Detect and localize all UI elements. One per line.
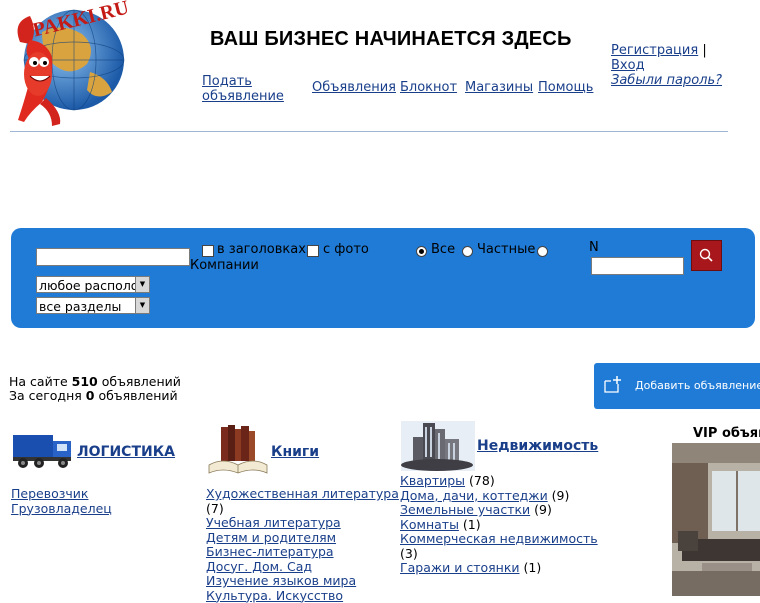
number-label: N [589, 240, 599, 255]
with-photo-checkbox[interactable] [307, 245, 319, 257]
chevron-down-icon: ▼ [135, 277, 149, 292]
site-stats-prefix: На сайте [9, 374, 68, 389]
buildings-image[interactable] [401, 421, 475, 471]
site-stats-suffix: объявлений [101, 374, 181, 389]
category-item[interactable]: Перевозчик [11, 486, 88, 501]
auth-separator: | [702, 43, 707, 58]
category-count: (9) [551, 487, 570, 503]
today-stats-suffix: объявлений [98, 388, 178, 403]
category-realestate-title[interactable]: Недвижимость [477, 438, 598, 454]
location-select-value: любое располо [39, 278, 139, 293]
type-private-label: Частные [477, 242, 536, 257]
nav-post-ad-line2[interactable]: объявление [202, 89, 284, 104]
add-folder-icon [604, 376, 621, 393]
truck-icon [13, 435, 71, 468]
category-books-list: Художественная литература (7) Учебная ли… [206, 486, 399, 603]
books-image[interactable] [207, 423, 269, 477]
category-item[interactable]: Изучение языков мира [206, 573, 356, 588]
type-all-label: Все [431, 242, 456, 257]
category-realestate-list: Квартиры (78) Дома, дачи, коттеджи (9) З… [400, 473, 598, 576]
type-private-radio[interactable] [462, 246, 473, 257]
category-books-title[interactable]: Книги [271, 444, 319, 460]
buildings-icon [401, 421, 475, 471]
vip-ad-image[interactable] [672, 443, 760, 596]
category-item[interactable]: Художественная литература [206, 486, 399, 501]
category-count: (1) [523, 560, 542, 575]
category-count: (1) [462, 516, 481, 532]
chevron-down-icon: ▼ [135, 298, 149, 313]
nav-ads[interactable]: Объявления [312, 80, 396, 95]
category-item[interactable]: Культура. Искусство [206, 588, 343, 603]
nav-notepad[interactable]: Блокнот [400, 80, 457, 95]
search-icon [699, 248, 713, 262]
search-button[interactable] [691, 240, 722, 271]
today-stats-prefix: За сегодня [9, 388, 82, 403]
nav-shops[interactable]: Магазины [465, 80, 533, 95]
category-count: (7) [206, 500, 224, 516]
search-input[interactable] [36, 248, 190, 266]
site-ad-count: 510 [71, 374, 98, 389]
nav-post-ad-line1[interactable]: Подать [202, 74, 252, 89]
site-stats: На сайте 510 объявлений За сегодня 0 объ… [9, 375, 181, 403]
books-icon [208, 425, 268, 474]
category-item[interactable]: Бизнес-литература [206, 544, 334, 559]
auth-links: Регистрация | Вход Забыли пароль? [611, 43, 722, 88]
add-ad-label: Добавить объявление [635, 379, 760, 392]
section-select[interactable]: все разделы ▼ [36, 297, 150, 314]
today-ad-count: 0 [85, 388, 95, 403]
add-ad-button[interactable]: Добавить объявление [594, 363, 760, 409]
category-item[interactable]: Грузовладелец [11, 501, 112, 516]
location-select[interactable]: любое располо ▼ [36, 276, 150, 293]
forgot-password-link[interactable]: Забыли пароль? [611, 73, 722, 88]
in-titles-label: в заголовках [217, 242, 306, 257]
type-company-label: Компании [190, 258, 259, 273]
category-item[interactable]: Дома, дачи, коттеджи [400, 488, 548, 503]
in-titles-checkbox[interactable] [202, 245, 214, 257]
category-logistics-list: Перевозчик Грузовладелец [11, 486, 112, 516]
login-link[interactable]: Вход [611, 58, 645, 73]
category-item[interactable]: Земельные участки [400, 502, 530, 517]
page-tagline: ВАШ БИЗНЕС НАЧИНАЕТСЯ ЗДЕСЬ [210, 28, 572, 50]
header-divider [10, 131, 728, 132]
number-input[interactable] [591, 257, 684, 275]
category-item[interactable]: Учебная литература [206, 515, 341, 530]
interior-photo [672, 443, 760, 596]
category-item[interactable]: Гаражи и стоянки [400, 560, 520, 575]
nav-post-ad[interactable]: Подать объявление [202, 74, 284, 104]
with-photo-label: с фото [323, 242, 369, 257]
register-link[interactable]: Регистрация [611, 43, 698, 58]
category-count: (3) [400, 545, 418, 561]
truck-image[interactable] [11, 429, 75, 471]
nav-help[interactable]: Помощь [538, 80, 593, 95]
section-select-value: все разделы [39, 299, 122, 314]
search-panel: в заголовках с фото Все Частные Компании… [11, 228, 755, 328]
category-item[interactable]: Квартиры [400, 473, 465, 488]
category-count: (78) [469, 473, 495, 488]
category-item[interactable]: Комнаты [400, 517, 459, 532]
category-count: (9) [534, 502, 552, 517]
type-company-radio[interactable] [537, 246, 548, 257]
category-logistics-title[interactable]: ЛОГИСТИКА [77, 444, 175, 460]
vip-title: VIP объяв [693, 426, 760, 441]
type-all-radio[interactable] [416, 246, 427, 257]
category-item[interactable]: Коммерческая недвижимость [400, 531, 598, 546]
site-logo[interactable]: PAKKI.RU [2, 0, 131, 128]
category-item[interactable]: Детям и родителям [206, 530, 336, 545]
category-item[interactable]: Досуг. Дом. Сад [206, 559, 312, 574]
